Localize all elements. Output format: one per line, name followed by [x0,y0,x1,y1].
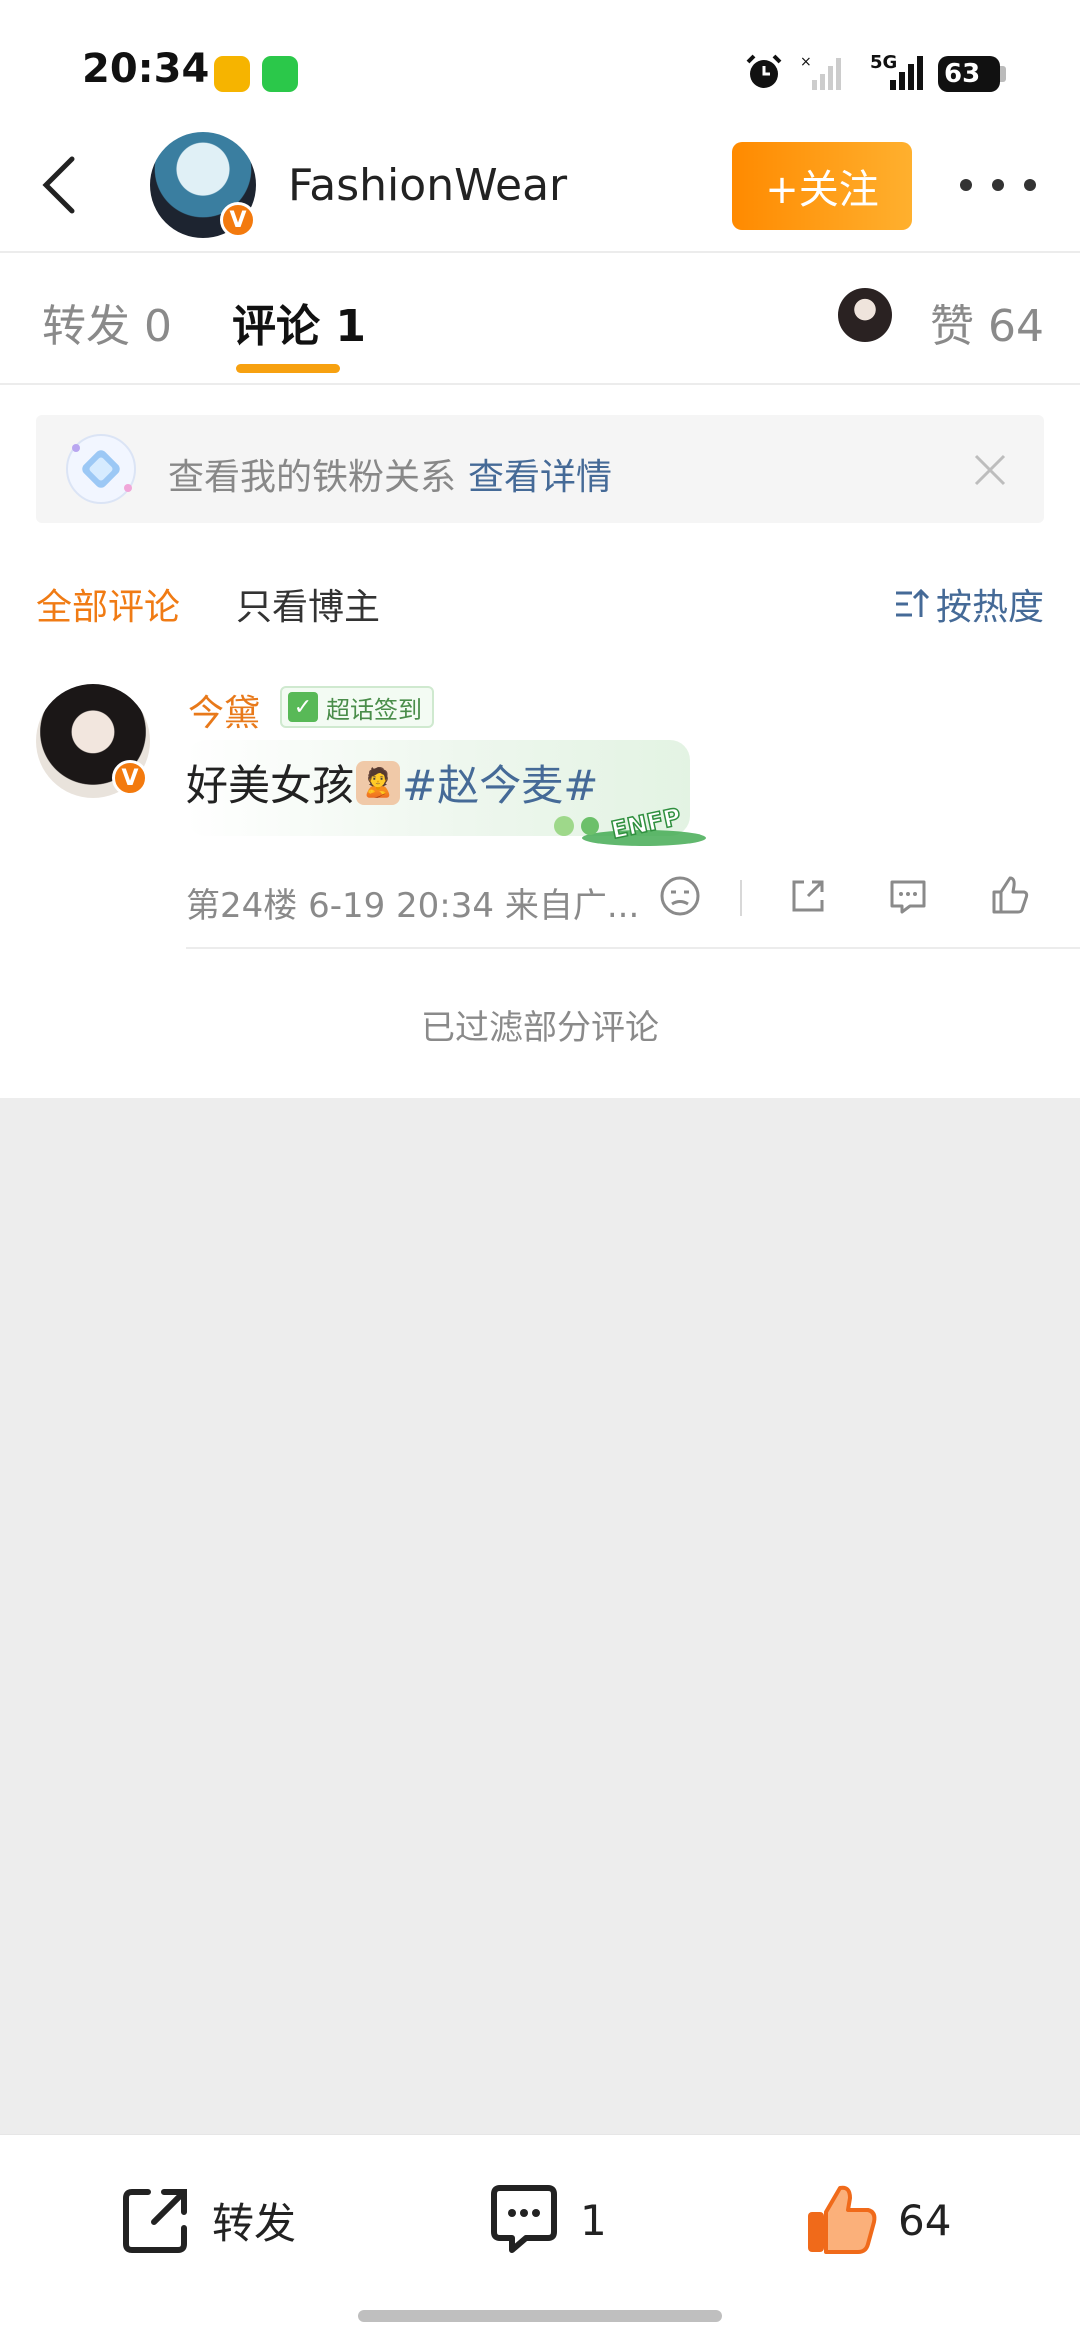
share-icon [123,2189,187,2253]
fan-banner-text: 查看我的铁粉关系 查看详情 [168,448,612,500]
comment-body: 好美女孩 [186,761,355,810]
home-indicator[interactable] [358,2310,722,2322]
filter-all-comments[interactable]: 全部评论 [36,578,180,630]
like-button[interactable]: 64 [804,2180,951,2260]
comment-button[interactable]: 1 [486,2180,607,2260]
comment-divider [186,947,1080,949]
commenter-name[interactable]: 今黛 [188,684,260,736]
share-icon[interactable] [784,872,832,920]
signal-strong-icon [890,56,923,90]
reply-icon[interactable] [884,872,932,920]
empty-area [0,1098,1080,2134]
chevron-left-icon [42,156,75,214]
liker-avatar [838,288,892,342]
green-app-icon [262,56,298,92]
comment-icon [491,2185,557,2253]
signal-weak-icon: × [800,54,841,90]
enfp-sticker: ENFP [554,802,706,846]
book-app-icon [214,56,250,92]
more-dot-icon [1024,179,1036,191]
active-tab-indicator [236,364,340,373]
battery-cap [1000,66,1006,82]
fan-banner-label: 查看我的铁粉关系 [168,457,457,498]
view-details-link[interactable]: 查看详情 [468,457,612,498]
battery-indicator: 63 [938,56,1000,92]
follow-button[interactable]: +关注 [732,142,912,230]
svg-text:×: × [800,54,812,70]
diamond-icon [66,434,136,504]
tab-comment[interactable]: 评论 1 [232,290,366,354]
meta-divider [740,880,742,916]
dislike-face-icon[interactable] [656,872,704,920]
repost-label: 转发 [212,2198,297,2248]
tab-like[interactable]: 赞 64 [930,290,1044,354]
sort-by-hot-button[interactable]: 按热度 [894,578,1044,630]
checkin-badge[interactable]: ✓ 超话签到 [280,686,434,728]
account-name[interactable]: FashionWear [288,160,567,211]
header-divider [0,251,1080,253]
thumbs-up-filled-icon [808,2185,877,2254]
back-button[interactable] [30,150,90,220]
status-time: 20:34 [82,46,210,92]
sort-label: 按热度 [936,587,1045,628]
comment-meta: 第24楼 6-19 20:34 来自广... [186,886,640,926]
verified-badge: V [220,202,256,238]
tab-repost[interactable]: 转发 0 [42,290,172,354]
girl-emoji-icon: 🙎 [356,760,401,805]
sort-icon [896,588,930,617]
repost-button[interactable]: 转发 [118,2180,296,2260]
comment-count: 1 [580,2195,607,2245]
alarm-icon [746,54,782,88]
checkin-badge-label: 超话签到 [326,695,422,724]
verified-badge: V [112,760,148,796]
more-dot-icon [960,179,972,191]
more-dot-icon [992,179,1004,191]
tabs-divider [0,383,1080,385]
thumbs-up-icon[interactable] [986,872,1034,920]
filter-owner-only[interactable]: 只看博主 [236,578,380,630]
like-count: 64 [898,2195,952,2245]
checkin-icon: ✓ [288,692,318,722]
close-icon[interactable] [970,450,1010,490]
more-options-button[interactable] [960,160,1036,210]
comment-text: 好美女孩 🙎 #赵今麦# [186,752,598,813]
filtered-comments-note: 已过滤部分评论 [421,1008,659,1048]
